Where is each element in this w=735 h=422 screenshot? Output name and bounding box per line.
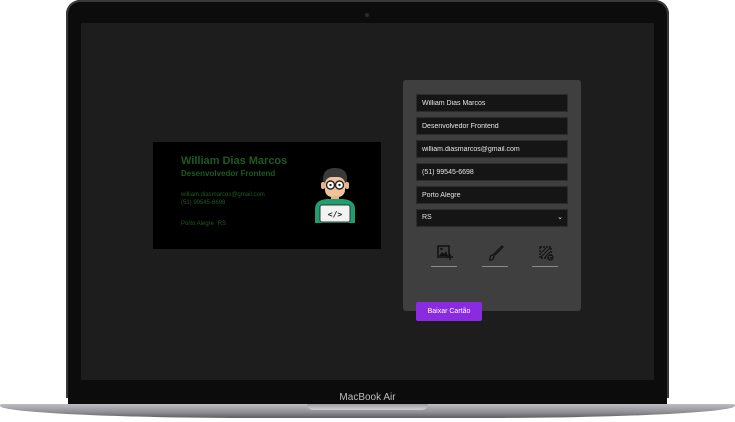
add-image-button[interactable] xyxy=(431,243,457,267)
developer-avatar-icon: </> xyxy=(311,165,359,223)
state-selected-value: RS xyxy=(422,214,432,221)
card-phone: (51) 99545-6698 xyxy=(181,200,226,206)
background-color-button[interactable] xyxy=(532,243,558,267)
model-label: MacBook Air xyxy=(339,392,396,403)
tool-underline xyxy=(431,266,457,267)
card-location: Porto Alegre RS xyxy=(181,221,226,227)
style-tools xyxy=(418,243,568,269)
tool-underline xyxy=(482,266,508,267)
laptop-notch xyxy=(307,404,428,410)
chevron-down-icon: ⌄ xyxy=(557,214,563,221)
card-email: william.diasmarcos@gmail.com xyxy=(181,192,265,198)
business-card-preview: William Dias Marcos Desenvolvedor Fronte… xyxy=(153,142,381,249)
city-input[interactable] xyxy=(416,186,568,204)
download-card-button[interactable]: Baixar Cartão xyxy=(416,302,482,321)
role-input[interactable] xyxy=(416,117,568,135)
card-city: Porto Alegre xyxy=(181,221,215,227)
card-name: William Dias Marcos xyxy=(181,155,288,167)
camera-dot xyxy=(365,13,369,17)
screen: William Dias Marcos Desenvolvedor Fronte… xyxy=(81,23,654,380)
svg-text:</>: </> xyxy=(328,210,343,219)
card-editor-panel: RS ⌄ xyxy=(403,80,581,321)
card-state: RS xyxy=(217,221,227,227)
email-input[interactable] xyxy=(416,140,568,158)
name-input[interactable] xyxy=(416,94,568,112)
card-role: Desenvolvedor Frontend xyxy=(181,169,276,178)
state-select[interactable]: RS ⌄ xyxy=(416,209,568,227)
tool-underline xyxy=(532,266,558,267)
text-color-button[interactable] xyxy=(482,243,508,267)
image-add-icon xyxy=(437,245,453,260)
background-fill-icon xyxy=(539,246,554,261)
brush-icon xyxy=(488,245,504,261)
phone-input[interactable] xyxy=(416,163,568,181)
